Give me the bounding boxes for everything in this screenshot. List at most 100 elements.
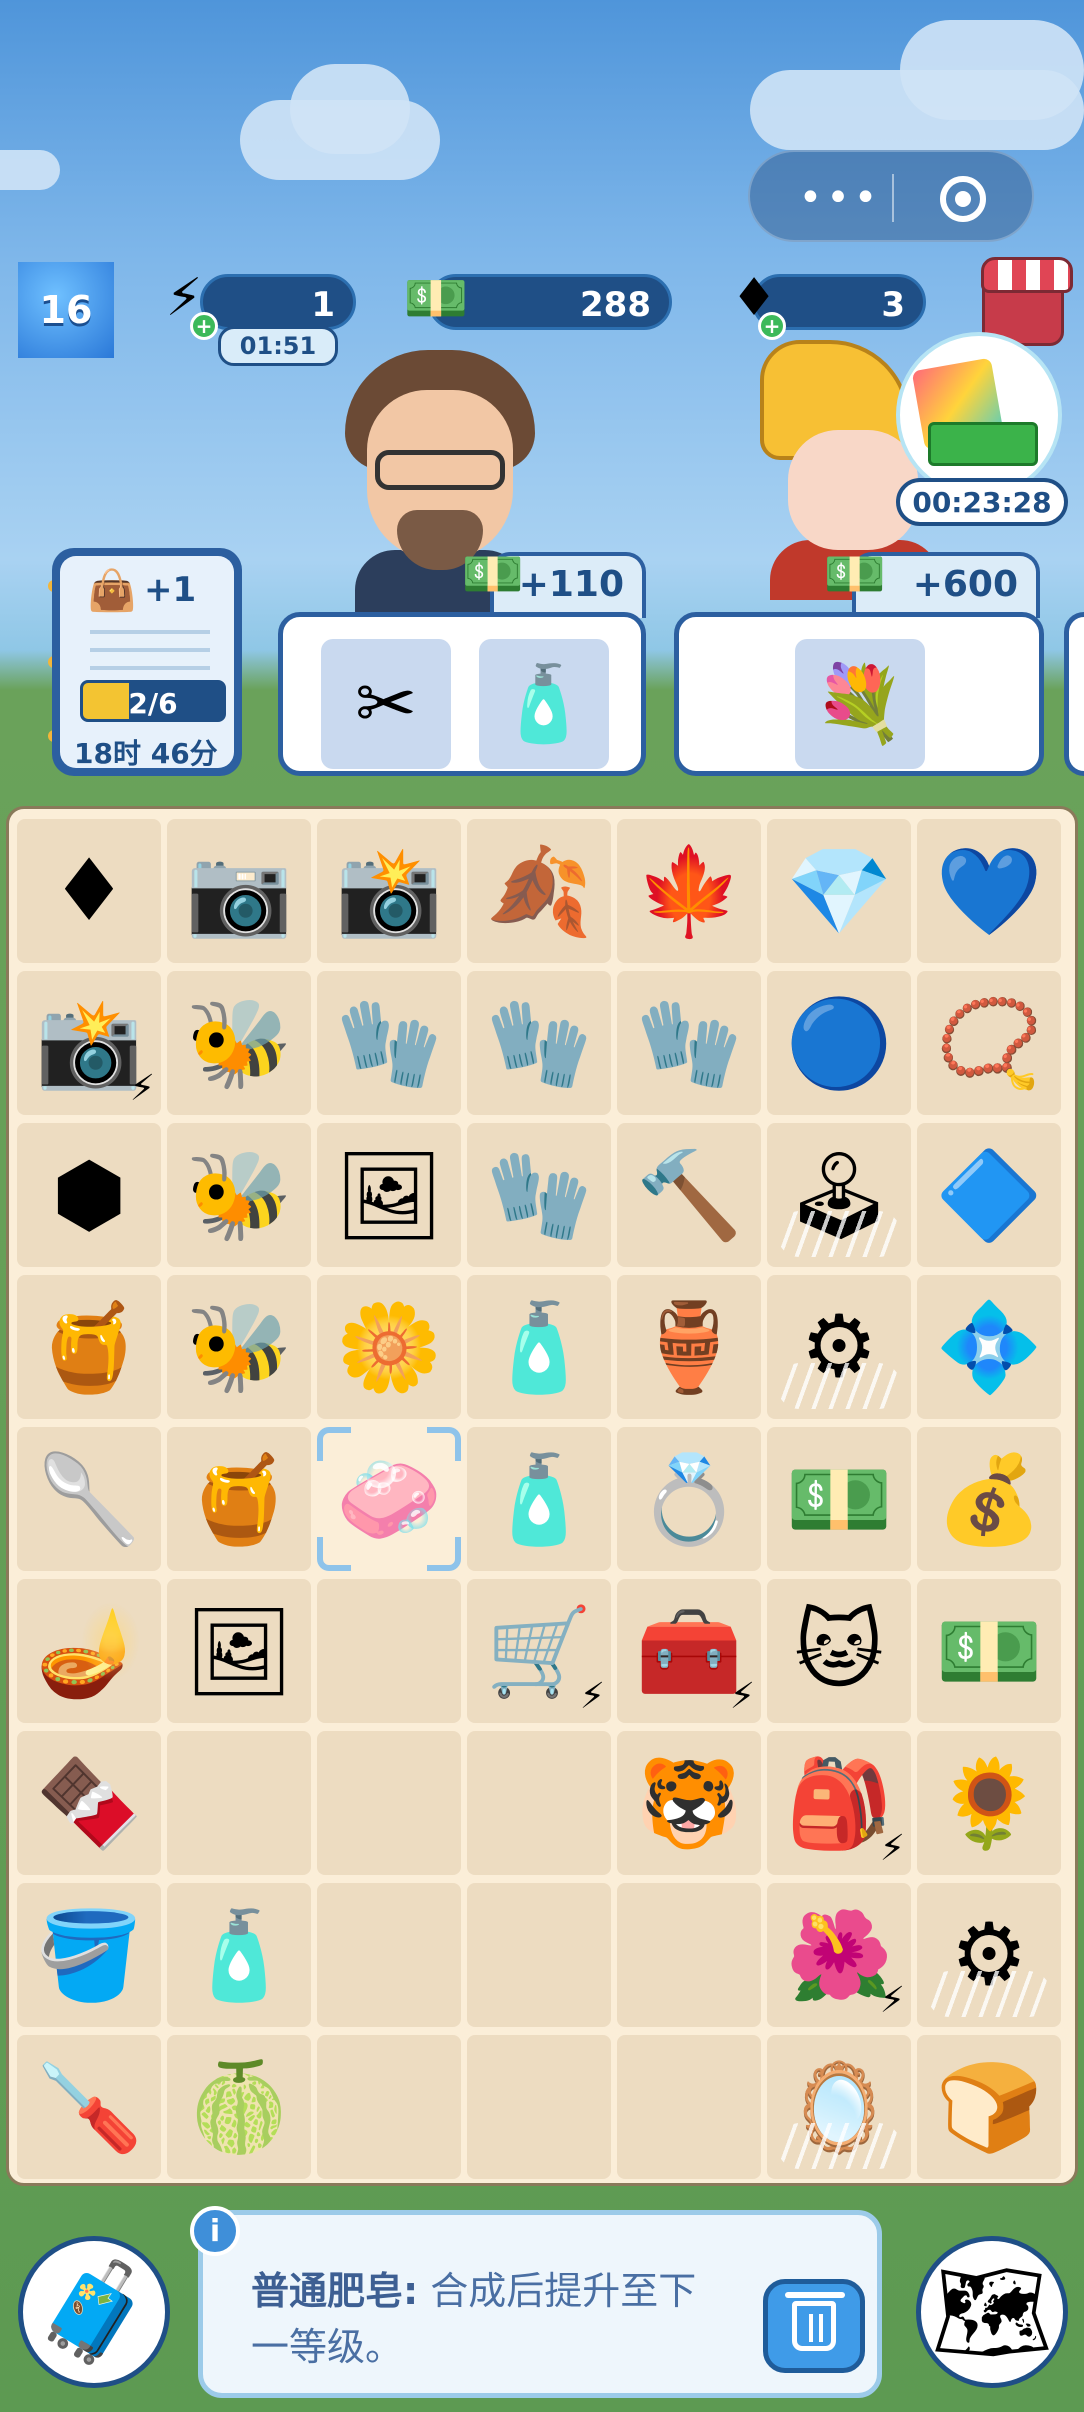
- empty-board-cell[interactable]: [467, 1883, 611, 2027]
- energy-bolt-icon: ⚡: [729, 1676, 755, 1717]
- empty-board-cell[interactable]: [317, 1731, 461, 1875]
- baby-photo-sketch-icon[interactable]: 🖼: [317, 1123, 461, 1267]
- honey-dipper-icon[interactable]: 🥄: [17, 1427, 161, 1571]
- webbed-press-machine-2-icon[interactable]: ⚙: [917, 1883, 1061, 2027]
- empty-board-cell[interactable]: [467, 1731, 611, 1875]
- energy-bolt-icon: ⚡: [129, 1068, 155, 1109]
- inventory-suitcase-button[interactable]: 🧳: [18, 2236, 170, 2388]
- cash-value: 288: [580, 285, 651, 325]
- lotion-bottle-icon[interactable]: 🧴: [467, 1275, 611, 1419]
- crystal-pendant-icon[interactable]: 🔵: [767, 971, 911, 1115]
- merge-board: ♦ 📷 📸 🍂 🍁 💎 💙 📸 ⚡ 🐝 🧤 🧤 🧤 🔵 📿 ⬢ 🐝 🖼 🧤 🔨 🕹 🔷 🍯 🐝 🌼 🧴 🏺 ⚙ 💠 🥄 🍯 🧼 🧴 💍 💵 💰 🪔 🖼 🛒 ⚡…: [6, 806, 1078, 2186]
- green-screwdriver-icon[interactable]: 🪛: [17, 2035, 161, 2179]
- bread-loaf-icon[interactable]: 🍞: [917, 2035, 1061, 2179]
- selection-corner: [317, 1537, 351, 1571]
- webbed-press-machine-icon[interactable]: ⚙: [767, 1275, 911, 1419]
- selection-corner: [427, 1427, 461, 1461]
- toolbox-generator-icon[interactable]: 🧰 ⚡: [617, 1579, 761, 1723]
- gift-timer: 00:23:28: [896, 478, 1068, 526]
- task-card[interactable]: 👜 +1 2/6 18时 46分: [52, 548, 242, 776]
- cash-icon: 💵: [823, 544, 887, 603]
- white-glove-icon[interactable]: 🧤: [317, 971, 461, 1115]
- chocolate-bar-icon[interactable]: 🍫: [17, 1731, 161, 1875]
- mop-bucket-icon[interactable]: 🪣: [17, 1883, 161, 2027]
- bee-hive-generator-icon[interactable]: 🐝: [167, 971, 311, 1115]
- silver-ring-icon[interactable]: 💍: [617, 1427, 761, 1571]
- bee-with-flower-icon[interactable]: 🐝: [167, 1123, 311, 1267]
- more-dots-icon[interactable]: •••: [790, 152, 890, 244]
- webbed-mirror-icon[interactable]: 🪞: [767, 2035, 911, 2179]
- level-badge[interactable]: 16: [18, 262, 114, 358]
- webbed-lever-machine-icon[interactable]: 🕹: [767, 1123, 911, 1267]
- add-energy-icon[interactable]: +: [190, 312, 218, 340]
- empty-board-cell[interactable]: [317, 2035, 461, 2179]
- flower-bush-icon[interactable]: 🌺 ⚡: [767, 1883, 911, 2027]
- gift-pack-icon[interactable]: [896, 332, 1062, 498]
- white-glove-pair-icon[interactable]: 🧤: [467, 971, 611, 1115]
- soap-bar-icon[interactable]: 🧼: [317, 1427, 461, 1571]
- melon-ball-icon[interactable]: 🍈: [167, 2035, 311, 2179]
- empty-board-cell[interactable]: [617, 2035, 761, 2179]
- blue-gem-pendant-icon[interactable]: 🔷: [917, 1123, 1061, 1267]
- dslr-camera-icon[interactable]: 📸: [317, 819, 461, 963]
- oil-lamp-icon[interactable]: 🪔: [17, 1579, 161, 1723]
- red-gloves-bundle-icon[interactable]: 🧤: [467, 1123, 611, 1267]
- order-card-partial[interactable]: [1064, 612, 1084, 776]
- miniprogram-capsule: •••: [748, 150, 1034, 242]
- trash-button[interactable]: [763, 2279, 865, 2373]
- heart-gem-bracelet-icon[interactable]: 💙: [917, 819, 1061, 963]
- order-reward: +600: [912, 564, 1018, 605]
- pink-lotion-bottle-icon[interactable]: 🧴: [467, 1427, 611, 1571]
- order-card[interactable]: ✂ 🧴: [278, 612, 646, 776]
- lucky-cat-icon[interactable]: 🐱: [767, 1579, 911, 1723]
- order-card[interactable]: 💐: [674, 612, 1044, 776]
- gem-bracelet-icon[interactable]: 💎: [767, 819, 911, 963]
- leaf-sticker-pack-icon[interactable]: 🍂: [467, 819, 611, 963]
- compact-camera-icon[interactable]: 📷: [167, 819, 311, 963]
- energy-bar[interactable]: 1: [200, 274, 356, 330]
- cloud: [0, 150, 60, 190]
- pruning-shears-icon[interactable]: ✂: [321, 639, 451, 769]
- porcelain-vase-icon[interactable]: 🏺: [617, 1275, 761, 1419]
- map-button[interactable]: 🗺: [916, 2236, 1068, 2388]
- empty-board-cell[interactable]: [467, 2035, 611, 2179]
- cloud: [900, 20, 1084, 120]
- cash-stack-icon[interactable]: 💵: [917, 1579, 1061, 1723]
- baby-photo-frame-icon[interactable]: 🖼: [167, 1579, 311, 1723]
- shopping-cart-generator-icon[interactable]: 🛒 ⚡: [467, 1579, 611, 1723]
- tiger-fortune-icon[interactable]: 🐯: [617, 1731, 761, 1875]
- shampoo-bottle-icon[interactable]: 🧴: [167, 1883, 311, 2027]
- item-info-text: 普通肥皂: 合成后提升至下一等级。: [251, 2263, 731, 2375]
- flower-bouquet-icon[interactable]: 💐: [795, 639, 925, 769]
- honeycomb-cell-icon[interactable]: ⬢: [17, 1123, 161, 1267]
- empty-board-cell[interactable]: [317, 1579, 461, 1723]
- cash-pile-icon[interactable]: 💰: [917, 1427, 1061, 1571]
- camera-generator-icon[interactable]: 📸 ⚡: [17, 971, 161, 1115]
- bunny-backpack-icon[interactable]: 🎒 ⚡: [767, 1731, 911, 1875]
- beaded-bracelet-icon[interactable]: 📿: [917, 971, 1061, 1115]
- red-work-gloves-icon[interactable]: 🧤: [617, 971, 761, 1115]
- treasure-bag-icon: 👜: [87, 567, 137, 614]
- cobweb-lock: [777, 1363, 901, 1409]
- bee-with-honey-flower-icon[interactable]: 🌼: [317, 1275, 461, 1419]
- two-red-gems-icon[interactable]: ♦: [17, 819, 161, 963]
- item-info-panel: 普通肥皂: 合成后提升至下一等级。: [198, 2210, 882, 2398]
- energy-bolt-icon: ⚡: [879, 1828, 905, 1869]
- empty-board-cell[interactable]: [617, 1883, 761, 2027]
- empty-board-cell[interactable]: [317, 1883, 461, 2027]
- trash-icon: [785, 2292, 845, 2351]
- lotion-bottle-icon[interactable]: 🧴: [479, 639, 609, 769]
- trowel-icon[interactable]: 🔨: [617, 1123, 761, 1267]
- task-time-left: 18时 46分: [74, 737, 218, 770]
- target-icon[interactable]: [940, 176, 986, 222]
- potted-flowers-icon[interactable]: 🌻: [917, 1731, 1061, 1875]
- bee-icon[interactable]: 🐝: [167, 1275, 311, 1419]
- honey-jar-icon[interactable]: 🍯: [17, 1275, 161, 1419]
- cash-bundle-icon[interactable]: 💵: [767, 1427, 911, 1571]
- crystal-earring-icon[interactable]: 💠: [917, 1275, 1061, 1419]
- empty-board-cell[interactable]: [167, 1731, 311, 1875]
- item-name: 普通肥皂:: [251, 2269, 419, 2313]
- selection-corner: [427, 1537, 461, 1571]
- leaf-sticker-icon[interactable]: 🍁: [617, 819, 761, 963]
- honey-bowl-icon[interactable]: 🍯: [167, 1427, 311, 1571]
